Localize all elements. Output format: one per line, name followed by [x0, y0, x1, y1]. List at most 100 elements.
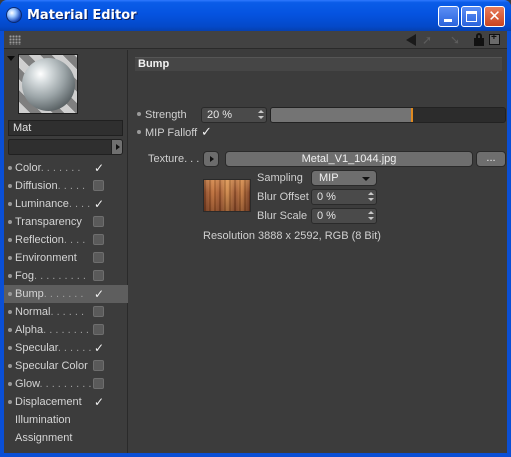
channel-enable-checkbox[interactable]: [93, 252, 104, 263]
channel-enable-checkbox[interactable]: [93, 393, 104, 411]
lock-icon[interactable]: [474, 33, 484, 46]
keyframe-dot-icon: [8, 238, 12, 242]
keyframe-dot-icon: [8, 310, 12, 314]
up-arrow-icon[interactable]: ➚: [422, 34, 436, 46]
channel-item-alpha[interactable]: Alpha. . . . . . . .: [4, 321, 128, 339]
channel-leader-dots: . . . .: [63, 234, 86, 246]
channel-item-assignment[interactable]: Assignment: [4, 429, 128, 447]
channel-item-illumination[interactable]: Illumination: [4, 411, 128, 429]
strength-field[interactable]: 20 %: [201, 107, 267, 123]
channel-item-color[interactable]: Color. . . . . . .: [4, 159, 128, 177]
texture-thumbnail[interactable]: [203, 179, 251, 212]
material-editor-window: Material Editor ✕ ➚ ➘ Mat Color. . . . .…: [0, 0, 511, 457]
channel-enable-checkbox[interactable]: [93, 270, 104, 281]
channel-item-glow[interactable]: Glow. . . . . . . . .: [4, 375, 128, 393]
texture-options-button[interactable]: [203, 151, 219, 167]
keyframe-dot-icon[interactable]: [137, 112, 141, 116]
channel-item-bump[interactable]: Bump. . . . . . .: [4, 285, 128, 303]
channel-item-reflection[interactable]: Reflection. . . .: [4, 231, 128, 249]
grip-icon[interactable]: [9, 35, 21, 45]
material-name-field[interactable]: Mat: [8, 120, 123, 136]
keyframe-dot-icon: [8, 202, 12, 206]
back-arrow-icon[interactable]: [406, 34, 416, 46]
channel-item-specular[interactable]: Specular. . . . . .: [4, 339, 128, 357]
channel-leader-dots: . . . .: [68, 198, 91, 210]
strength-slider[interactable]: [270, 107, 506, 123]
blur-scale-spinner-icon[interactable]: [368, 210, 374, 222]
channel-item-luminance[interactable]: Luminance. . . .: [4, 195, 128, 213]
keyframe-dot-icon[interactable]: [137, 130, 141, 134]
keyframe-dot-icon: [8, 292, 12, 296]
mip-falloff-checkbox[interactable]: ✓: [201, 125, 212, 140]
channel-item-fog[interactable]: Fog. . . . . . . . .: [4, 267, 128, 285]
window-title: Material Editor: [27, 8, 137, 23]
channel-label: Bump: [15, 288, 44, 300]
sampling-dropdown[interactable]: MIP: [311, 170, 377, 186]
channel-leader-dots: . . . . . .: [57, 342, 92, 354]
channel-enable-checkbox[interactable]: [93, 216, 104, 227]
blur-offset-spinner-icon[interactable]: [368, 191, 374, 203]
channel-enable-checkbox[interactable]: [93, 306, 104, 317]
minimize-button[interactable]: [438, 6, 459, 27]
channel-enable-checkbox[interactable]: [93, 324, 104, 335]
keyframe-dot-icon: [8, 274, 12, 278]
keyframe-dot-icon: [8, 382, 12, 386]
channel-leader-dots: . . . . . . .: [40, 162, 81, 174]
channel-list: Color. . . . . . .Diffusion. . . . .Lumi…: [4, 159, 128, 447]
blur-offset-field[interactable]: 0 %: [311, 189, 377, 205]
maximize-button[interactable]: [461, 6, 482, 27]
new-window-icon[interactable]: [489, 32, 500, 45]
keyframe-dot-icon: [8, 256, 12, 260]
section-title: Bump: [135, 57, 502, 71]
channel-enable-checkbox[interactable]: [93, 159, 104, 177]
keyframe-dot-icon: [8, 328, 12, 332]
channel-enable-checkbox[interactable]: [93, 360, 104, 371]
texture-resolution-info: Resolution 3888 x 2592, RGB (8 Bit): [203, 230, 381, 242]
keyframe-dot-icon: [8, 166, 12, 170]
strength-value: 20 %: [207, 109, 233, 121]
channel-item-environment[interactable]: Environment: [4, 249, 128, 267]
channel-enable-checkbox[interactable]: [93, 195, 104, 213]
blur-scale-field[interactable]: 0 %: [311, 208, 377, 224]
channel-label: Environment: [15, 252, 77, 264]
channel-item-specular-color[interactable]: Specular Color: [4, 357, 128, 375]
bump-properties-panel: Bump Strength 20 % MIP Falloff ✓ Texture…: [129, 50, 507, 453]
channel-item-normal[interactable]: Normal. . . . . .: [4, 303, 128, 321]
channel-label: Fog: [15, 270, 34, 282]
channel-leader-dots: . . . . .: [57, 180, 86, 192]
mip-falloff-label: MIP Falloff: [137, 127, 197, 139]
channel-enable-checkbox[interactable]: [93, 234, 104, 245]
title-bar[interactable]: Material Editor ✕: [0, 0, 511, 31]
texture-browse-button[interactable]: ...: [476, 151, 506, 167]
close-button[interactable]: ✕: [484, 6, 505, 27]
channel-filter-field[interactable]: [8, 139, 112, 155]
channel-enable-checkbox[interactable]: [93, 285, 104, 303]
material-preview[interactable]: [18, 54, 78, 114]
channel-enable-checkbox[interactable]: [93, 378, 104, 389]
minimize-icon: [444, 19, 452, 22]
channel-filter-button[interactable]: [111, 139, 123, 155]
keyframe-dot-icon: [8, 184, 12, 188]
channel-enable-checkbox[interactable]: [93, 180, 104, 191]
channel-label: Specular Color: [15, 360, 88, 372]
channel-label: Reflection: [15, 234, 64, 246]
channel-label: Luminance: [15, 198, 69, 210]
editor-client-area: ➚ ➘ Mat Color. . . . . . .Diffusion. . .…: [4, 31, 507, 453]
texture-file-button[interactable]: Metal_V1_1044.jpg: [225, 151, 473, 167]
forward-arrow-icon[interactable]: ➘: [450, 34, 464, 46]
channel-label: Transparency: [15, 216, 82, 228]
strength-slider-handle[interactable]: [411, 108, 413, 122]
strength-slider-fill: [271, 108, 411, 122]
channel-label: Color: [15, 162, 41, 174]
collapse-triangle-icon[interactable]: [7, 56, 15, 61]
channel-label: Displacement: [15, 396, 82, 408]
channel-item-diffusion[interactable]: Diffusion. . . . .: [4, 177, 128, 195]
channel-item-transparency[interactable]: Transparency: [4, 213, 128, 231]
maximize-icon: [466, 11, 477, 22]
channel-item-displacement[interactable]: Displacement: [4, 393, 128, 411]
channel-label: Normal: [15, 306, 51, 318]
strength-spinner-icon[interactable]: [258, 109, 264, 121]
channel-label: Glow: [15, 378, 40, 390]
channel-enable-checkbox[interactable]: [93, 339, 104, 357]
editor-toolbar: ➚ ➘: [4, 31, 507, 49]
